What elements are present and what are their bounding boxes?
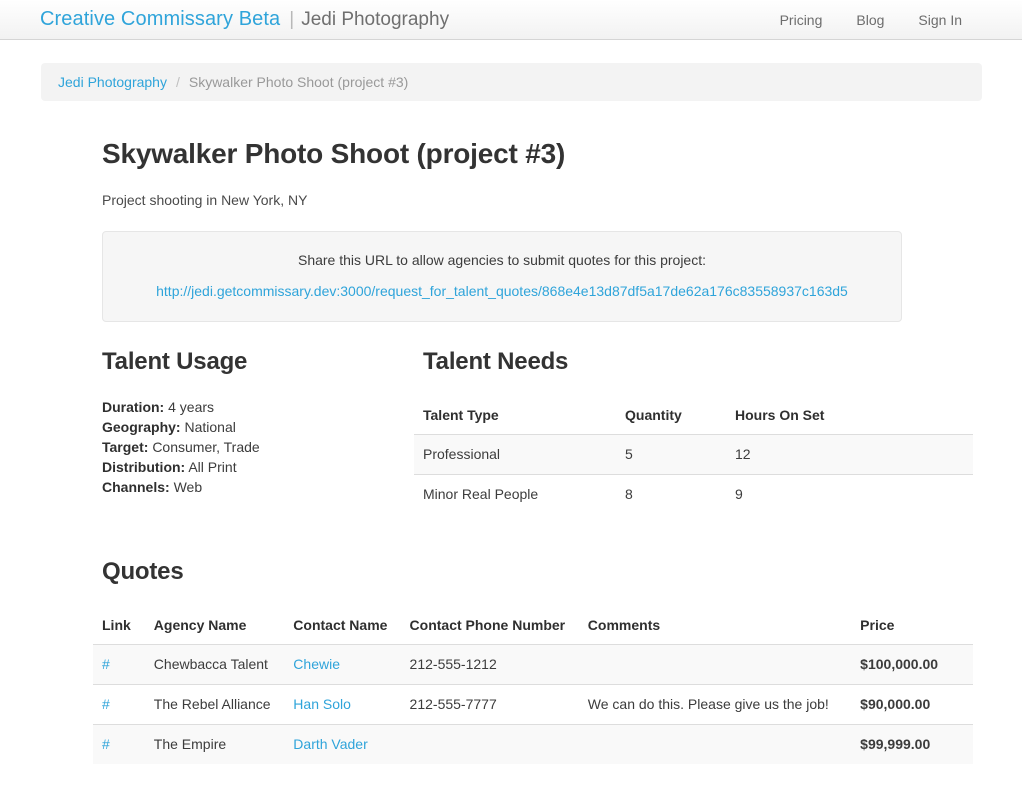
talent-needs-section: Talent Needs Talent Type Quantity Hours … — [414, 347, 982, 514]
quote-detail-link[interactable]: # — [102, 656, 110, 672]
table-row: Professional 5 12 — [414, 434, 973, 475]
usage-value-distribution: All Print — [188, 459, 237, 475]
usage-value-target: Consumer, Trade — [152, 439, 260, 455]
quotes-cell-comments — [578, 644, 852, 685]
breadcrumb: Jedi Photography / Skywalker Photo Shoot… — [41, 63, 982, 101]
usage-label-distribution: Distribution: — [102, 459, 186, 475]
nav-link-blog[interactable]: Blog — [856, 12, 884, 28]
table-row: Minor Real People 8 9 — [414, 474, 973, 514]
contact-link[interactable]: Darth Vader — [293, 736, 367, 752]
contact-link[interactable]: Han Solo — [293, 696, 351, 712]
quotes-col-price: Price — [851, 607, 973, 645]
share-url-well: Share this URL to allow agencies to subm… — [102, 231, 902, 322]
table-row: # Chewbacca Talent Chewie 212-555-1212 $… — [93, 644, 973, 685]
quotes-cell-price: $90,000.00 — [851, 684, 973, 725]
talent-needs-table: Talent Type Quantity Hours On Set Profes… — [414, 397, 973, 514]
quote-detail-link[interactable]: # — [102, 696, 110, 712]
quotes-col-agency-name: Agency Name — [144, 607, 285, 645]
quotes-col-comments: Comments — [578, 607, 852, 645]
talent-usage-title: Talent Usage — [102, 348, 248, 375]
quotes-col-contact-phone-number: Contact Phone Number — [400, 607, 579, 645]
needs-col-quantity: Quantity — [616, 397, 726, 435]
usage-row-distribution: Distribution: All Print — [102, 457, 423, 477]
nav-link-sign-in[interactable]: Sign In — [918, 12, 962, 28]
usage-value-duration: 4 years — [168, 399, 215, 415]
brand-subtitle: Jedi Photography — [301, 9, 450, 30]
usage-row-duration: Duration: 4 years — [102, 397, 423, 417]
breadcrumb-link-home[interactable]: Jedi Photography — [58, 73, 167, 91]
quotes-title: Quotes — [102, 558, 184, 585]
details-columns: Talent Usage Duration: 4 years Geography… — [102, 347, 982, 514]
contact-link[interactable]: Chewie — [293, 656, 340, 672]
quotes-cell-agency: Chewbacca Talent — [144, 644, 285, 685]
top-navbar: Creative Commissary Beta | Jedi Photogra… — [0, 0, 1022, 40]
needs-cell-type: Professional — [414, 434, 616, 475]
quotes-cell-contact: Han Solo — [284, 684, 401, 725]
page-subtitle: Project shooting in New York, NY — [102, 192, 308, 208]
table-row: # The Rebel Alliance Han Solo 212-555-77… — [93, 684, 973, 725]
quotes-cell-agency: The Empire — [144, 724, 285, 764]
quotes-cell-link: # — [93, 684, 145, 725]
talent-usage-list: Duration: 4 years Geography: National Ta… — [102, 397, 423, 497]
quotes-col-contact-name: Contact Name — [284, 607, 401, 645]
quotes-cell-comments — [578, 724, 852, 764]
quotes-cell-contact: Chewie — [284, 644, 401, 685]
quotes-cell-link: # — [93, 724, 145, 764]
usage-label-geography: Geography: — [102, 419, 181, 435]
table-header-row: Talent Type Quantity Hours On Set — [414, 397, 973, 435]
quotes-section: Quotes Link Agency Name Contact Name Con… — [93, 557, 982, 764]
quotes-cell-link: # — [93, 644, 145, 685]
share-url-instructions: Share this URL to allow agencies to subm… — [297, 252, 707, 268]
needs-col-hours-on-set: Hours On Set — [726, 397, 973, 435]
quotes-table: Link Agency Name Contact Name Contact Ph… — [93, 607, 973, 764]
usage-row-channels: Channels: Web — [102, 477, 423, 497]
breadcrumb-current: Skywalker Photo Shoot (project #3) — [188, 74, 409, 90]
table-header-row: Link Agency Name Contact Name Contact Ph… — [93, 607, 973, 645]
quotes-cell-comments: We can do this. Please give us the job! — [578, 684, 852, 725]
table-row: # The Empire Darth Vader $99,999.00 — [93, 724, 973, 764]
usage-label-target: Target: — [102, 439, 149, 455]
needs-cell-hours: 12 — [726, 434, 973, 475]
nav-link-pricing[interactable]: Pricing — [780, 12, 823, 28]
quotes-cell-price: $100,000.00 — [851, 644, 973, 685]
usage-value-channels: Web — [173, 479, 203, 495]
talent-needs-title: Talent Needs — [423, 348, 569, 375]
page-title: Skywalker Photo Shoot (project #3) — [102, 138, 566, 169]
needs-cell-quantity: 5 — [616, 434, 726, 475]
share-url-link[interactable]: http://jedi.getcommissary.dev:3000/reque… — [156, 281, 848, 301]
navbar-links: Pricing Blog Sign In — [780, 12, 998, 28]
needs-cell-hours: 9 — [726, 474, 973, 514]
needs-cell-quantity: 8 — [616, 474, 726, 514]
quotes-cell-phone — [400, 724, 579, 764]
needs-cell-type: Minor Real People — [414, 474, 616, 514]
brand-link[interactable]: Creative Commissary Beta — [40, 9, 280, 29]
main-content: Skywalker Photo Shoot (project #3) Proje… — [0, 137, 1022, 764]
brand-separator: | — [289, 9, 295, 30]
quotes-cell-phone: 212-555-1212 — [400, 644, 579, 685]
quotes-cell-price: $99,999.00 — [851, 724, 973, 764]
quotes-cell-contact: Darth Vader — [284, 724, 401, 764]
needs-col-talent-type: Talent Type — [414, 397, 616, 435]
quotes-cell-phone: 212-555-7777 — [400, 684, 579, 725]
breadcrumb-container: Jedi Photography / Skywalker Photo Shoot… — [0, 40, 1022, 101]
breadcrumb-divider: / — [175, 74, 180, 90]
usage-row-geography: Geography: National — [102, 417, 423, 437]
quotes-cell-agency: The Rebel Alliance — [144, 684, 285, 725]
talent-usage-section: Talent Usage Duration: 4 years Geography… — [102, 347, 423, 514]
usage-row-target: Target: Consumer, Trade — [102, 437, 423, 457]
usage-value-geography: National — [184, 419, 236, 435]
usage-label-duration: Duration: — [102, 399, 165, 415]
quote-detail-link[interactable]: # — [102, 736, 110, 752]
usage-label-channels: Channels: — [102, 479, 170, 495]
quotes-col-link: Link — [93, 607, 145, 645]
brand-group: Creative Commissary Beta | Jedi Photogra… — [40, 9, 449, 30]
